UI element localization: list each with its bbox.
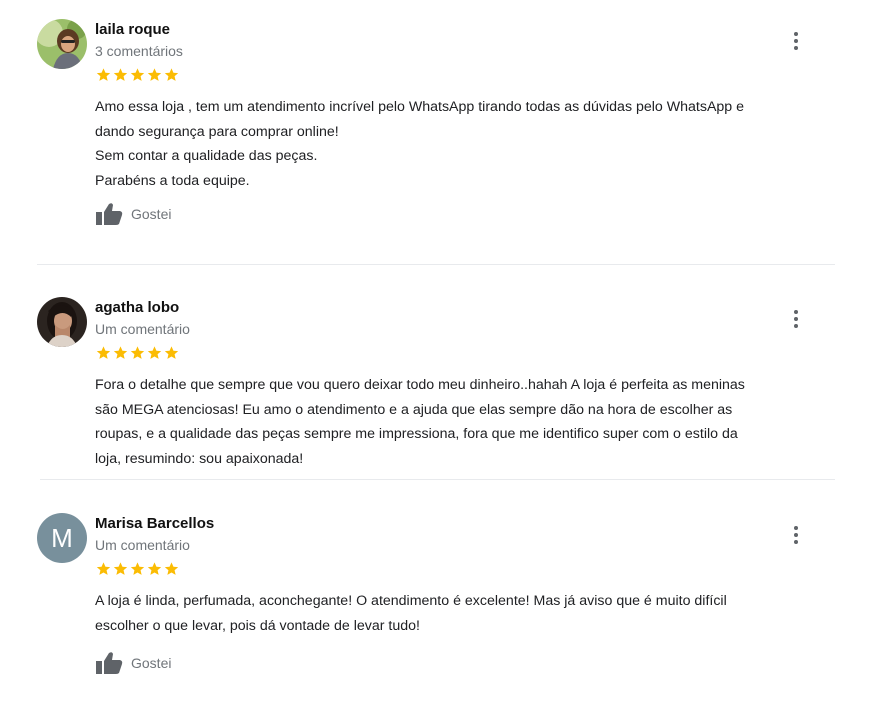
thumbs-up-icon [96,203,123,225]
like-label: Gostei [131,206,172,222]
star-icon [130,68,145,81]
thumbs-up-icon [96,652,123,674]
star-icon [147,68,162,81]
like-button[interactable]: Gostei [95,202,171,226]
star-icon [113,346,128,359]
star-rating [95,561,180,577]
star-rating [95,67,180,83]
star-icon [164,562,179,575]
star-icon [113,562,128,575]
avatar[interactable]: M [37,513,87,563]
star-icon [130,346,145,359]
review-text: Fora o detalhe que sempre que vou quero … [95,377,745,467]
user-photo-icon [37,297,87,347]
divider [37,264,835,265]
star-icon [147,562,162,575]
review-text: A loja é linda, perfumada, aconchegante!… [95,593,727,634]
author-name[interactable]: agatha lobo [95,299,179,316]
star-rating [95,345,180,361]
author-name[interactable]: laila roque [95,21,170,38]
author-review-count: Um comentário [95,321,190,337]
star-icon [96,346,111,359]
like-label: Gostei [131,655,172,671]
avatar[interactable] [37,297,87,347]
user-photo-icon [37,19,87,69]
star-icon [113,68,128,81]
author-name[interactable]: Marisa Barcellos [95,515,214,532]
avatar[interactable] [37,19,87,69]
more-options-icon[interactable] [786,308,806,330]
star-icon [147,346,162,359]
divider [40,479,835,480]
more-options-icon[interactable] [786,30,806,52]
more-options-icon[interactable] [786,524,806,546]
author-review-count: 3 comentários [95,43,183,59]
like-button[interactable]: Gostei [95,651,171,675]
star-icon [96,68,111,81]
star-icon [164,68,179,81]
star-icon [96,562,111,575]
review-text: Amo essa loja , tem um atendimento incrí… [95,99,745,189]
author-review-count: Um comentário [95,537,190,553]
star-icon [164,346,179,359]
star-icon [130,562,145,575]
